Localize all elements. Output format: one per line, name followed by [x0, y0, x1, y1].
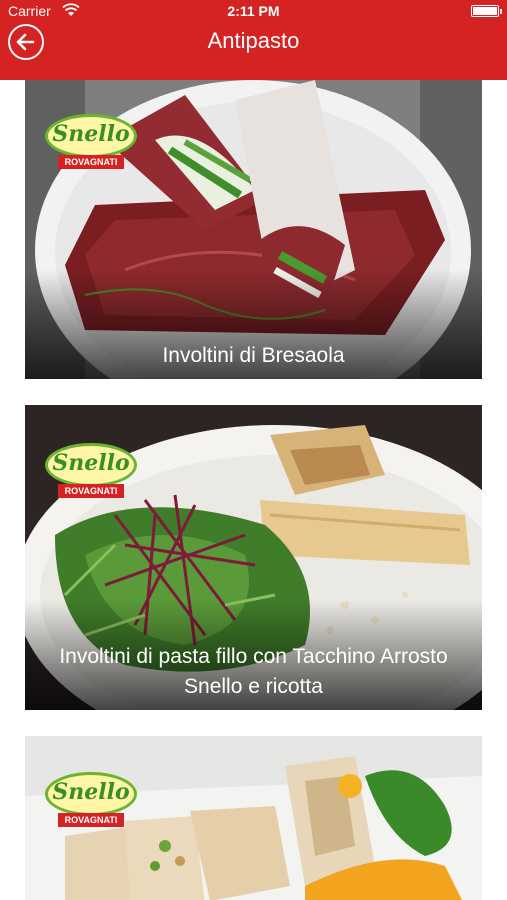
badge-brand: Snello: [52, 121, 130, 147]
recipe-title: Involtini di Bresaola: [162, 344, 345, 367]
badge-brand: Snello: [52, 450, 130, 476]
status-bar: Carrier 2:11 PM: [0, 0, 507, 22]
recipe-list[interactable]: Snello ROVAGNATI Involtini di Bresaola S…: [0, 80, 507, 900]
recipe-title: Involtini di pasta fillo con Tacchino Ar…: [59, 645, 448, 698]
badge-brand: Snello: [52, 779, 130, 805]
badge-sub: ROVAGNATI: [58, 155, 124, 169]
navigation-bar: Antipasto: [0, 22, 507, 80]
snello-badge: Snello ROVAGNATI: [45, 772, 137, 832]
battery-icon: [471, 5, 502, 17]
recipe-card-bresaola[interactable]: Snello ROVAGNATI Involtini di Bresaola: [25, 80, 482, 379]
snello-badge: Snello ROVAGNATI: [45, 114, 137, 174]
badge-sub: ROVAGNATI: [58, 484, 124, 498]
badge-sub: ROVAGNATI: [58, 813, 124, 827]
status-time: 2:11 PM: [227, 3, 280, 19]
snello-badge: Snello ROVAGNATI: [45, 443, 137, 503]
page-title: Antipasto: [207, 28, 300, 53]
recipe-card-pasta-fillo[interactable]: Snello ROVAGNATI Involtini di pasta fill…: [25, 405, 482, 710]
recipe-card-third[interactable]: Snello ROVAGNATI: [25, 736, 482, 900]
